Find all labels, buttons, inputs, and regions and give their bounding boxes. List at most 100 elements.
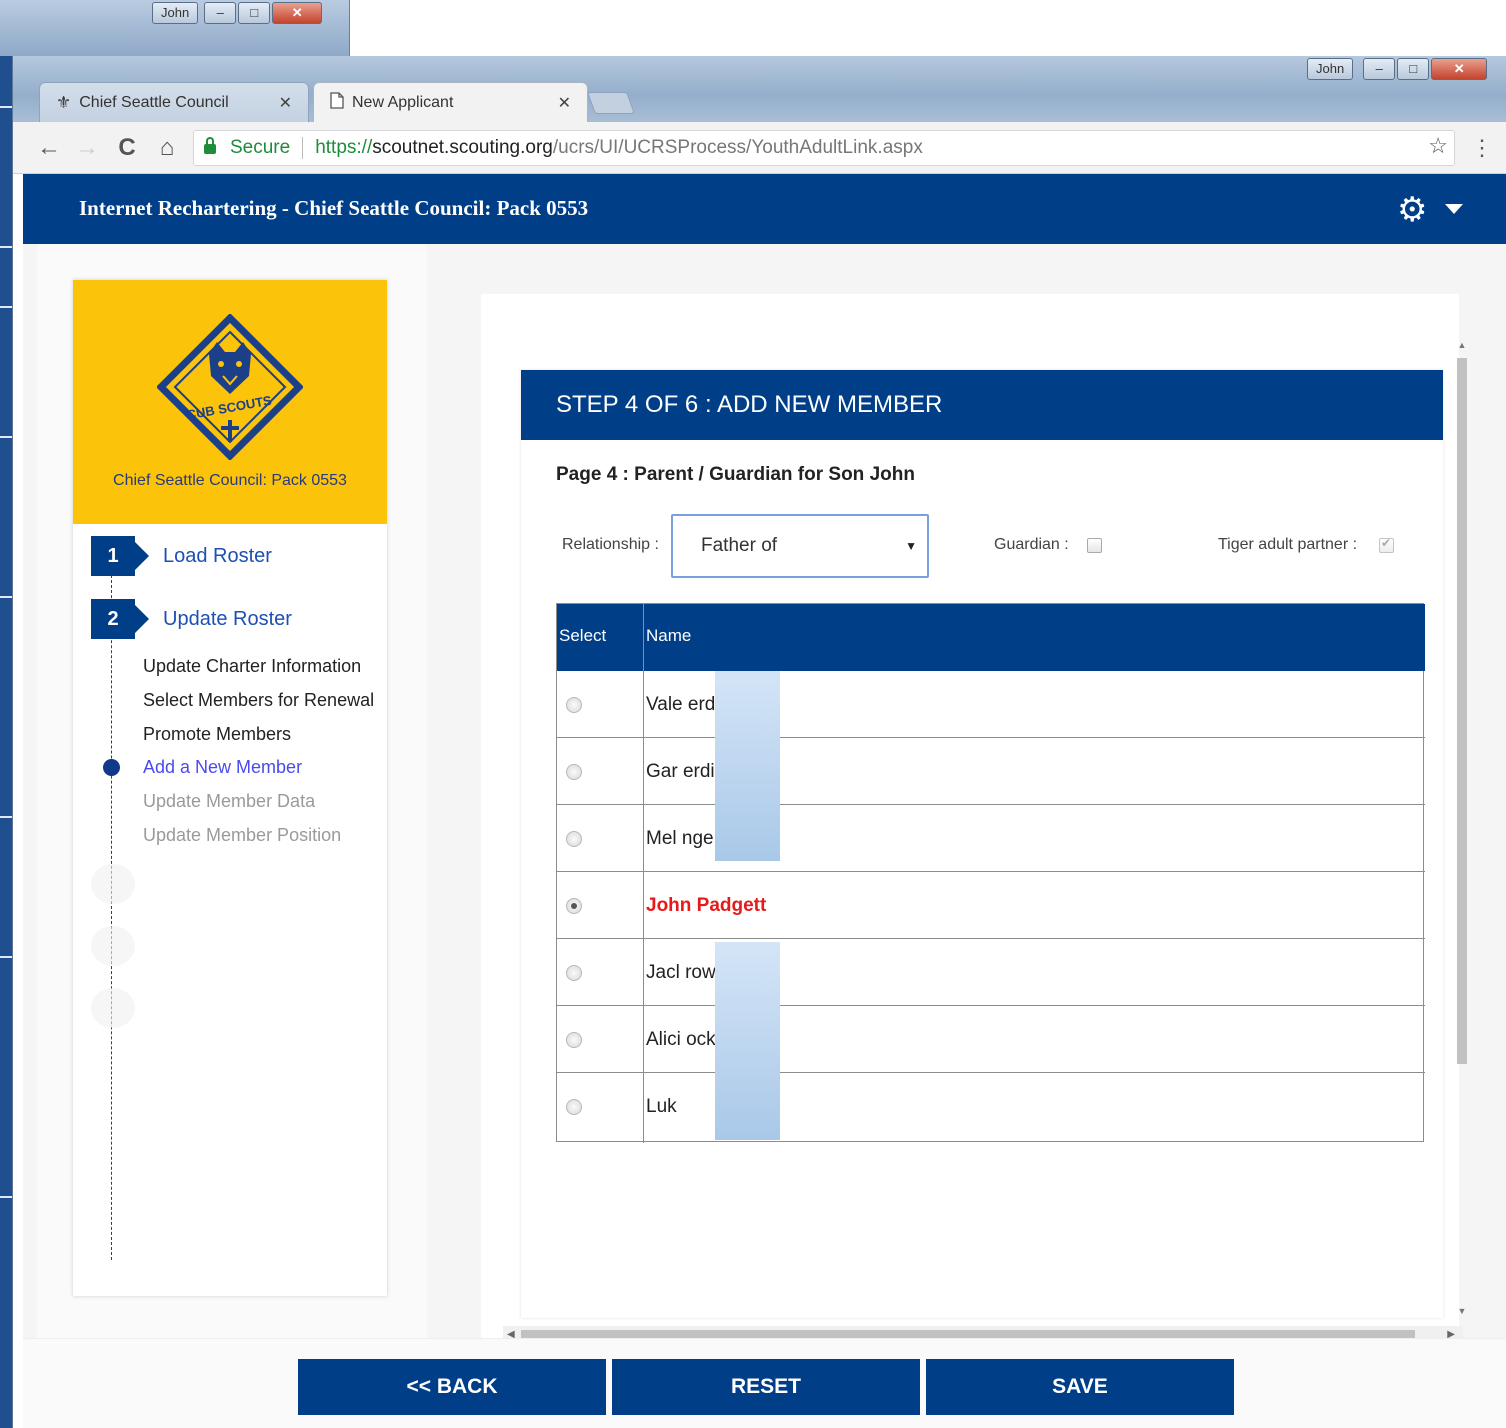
back-arrow-icon[interactable]: ← — [35, 134, 63, 162]
url-path: /ucrs/UI/UCRSProcess/YouthAdultLink.aspx — [552, 137, 923, 158]
current-step-dot — [103, 759, 120, 776]
member-name: Jacl row — [646, 962, 716, 983]
table-row[interactable]: Gar erdike — [557, 738, 1425, 805]
fleur-de-lis-icon: ⚜ — [56, 92, 72, 112]
step-number: 2 — [91, 599, 149, 639]
sidebar-column: CUB SCOUTS Chief Seattle Council: Pack 0… — [37, 244, 427, 1364]
chevron-down-icon[interactable] — [1445, 204, 1463, 214]
tab-chief-seattle-council[interactable]: ⚜ Chief Seattle Council ✕ — [39, 82, 309, 122]
close-button[interactable]: ✕ — [1431, 58, 1488, 80]
select-radio[interactable] — [566, 831, 582, 847]
table-row[interactable]: John Padgett — [557, 872, 1425, 939]
column-header-select: Select — [559, 626, 607, 645]
substep-update-charter-information[interactable]: Update Charter Information — [143, 656, 361, 677]
tab-new-applicant[interactable]: New Applicant ✕ — [313, 82, 588, 122]
url-input[interactable]: Secure https:// scoutnet.scouting.org /u… — [193, 130, 1455, 166]
browser-window: John – □ ✕ ⚜ Chief Seattle Council ✕ New… — [12, 56, 1506, 1428]
unit-caption: Chief Seattle Council: Pack 0553 — [113, 472, 347, 489]
select-radio[interactable] — [566, 898, 582, 914]
tab-title: Chief Seattle Council — [79, 93, 229, 111]
page-title: Internet Rechartering - Chief Seattle Co… — [79, 196, 589, 220]
background-window-controls: John – □ ✕ — [152, 2, 323, 24]
window-user-label: John — [1307, 58, 1354, 80]
select-radio[interactable] — [566, 764, 582, 780]
dropdown-arrow-icon: ▼ — [905, 539, 917, 553]
address-bar: ← → C ⌂ Secure https:// scoutnet.scoutin… — [13, 122, 1506, 174]
maximize-button[interactable]: □ — [1397, 58, 1430, 80]
tab-close-icon[interactable]: ✕ — [558, 93, 571, 113]
substep-update-member-data: Update Member Data — [143, 791, 316, 811]
guardian-checkbox[interactable] — [1087, 538, 1102, 553]
relationship-select[interactable]: Father of ▼ — [671, 514, 929, 578]
minimize-button[interactable]: – — [204, 2, 237, 24]
reload-icon[interactable]: C — [113, 134, 141, 162]
member-name: John Padgett — [646, 895, 767, 916]
reset-button[interactable]: RESET — [612, 1359, 920, 1415]
select-radio[interactable] — [566, 1099, 582, 1115]
secure-label: Secure — [230, 137, 291, 158]
table-row[interactable]: Jacl row — [557, 939, 1425, 1006]
step-load-roster[interactable]: 1 Load Roster — [91, 536, 272, 576]
select-radio[interactable] — [566, 1032, 582, 1048]
vertical-scrollbar[interactable]: ▲ ▼ — [1455, 340, 1469, 1320]
column-divider — [643, 604, 644, 1143]
faded-step-3 — [91, 864, 135, 904]
substep-add-a-new-member[interactable]: Add a New Member — [143, 757, 302, 778]
bookmark-star-icon[interactable]: ☆ — [1428, 133, 1448, 159]
save-button[interactable]: SAVE — [926, 1359, 1234, 1415]
minimize-button[interactable]: – — [1363, 58, 1396, 80]
step-panel: STEP 4 OF 6 : ADD NEW MEMBER Page 4 : Pa… — [521, 370, 1443, 1318]
page-icon — [330, 91, 344, 114]
url-protocol: https:// — [315, 137, 373, 158]
select-radio[interactable] — [566, 965, 582, 981]
browser-menu-icon[interactable]: ⋮ — [1471, 134, 1493, 162]
table-row[interactable]: Vale erdike — [557, 671, 1425, 738]
faded-step-5 — [91, 988, 135, 1028]
member-table: Select Name Vale erdike Gar erdike Mel n… — [556, 603, 1425, 1143]
window-titlebar: John – □ ✕ ⚜ Chief Seattle Council ✕ New… — [13, 56, 1506, 122]
faded-step-4 — [91, 926, 135, 966]
member-name: Alici ock — [646, 1029, 716, 1050]
tab-close-icon[interactable]: ✕ — [279, 93, 292, 113]
member-name: Luk — [646, 1096, 677, 1117]
step-update-roster[interactable]: 2 Update Roster — [91, 599, 292, 639]
relationship-label: Relationship : — [562, 536, 659, 553]
new-tab-button[interactable] — [586, 92, 636, 114]
table-row[interactable]: Mel nge — [557, 805, 1425, 872]
step-label[interactable]: Load Roster — [163, 545, 272, 568]
content-area: CUB SCOUTS Chief Seattle Council: Pack 0… — [23, 244, 1506, 1428]
member-name: Mel nge — [646, 828, 714, 849]
tiger-adult-partner-label: Tiger adult partner : — [1218, 536, 1358, 553]
gear-icon[interactable]: ⚙ — [1397, 190, 1437, 230]
column-header-name: Name — [646, 626, 692, 645]
back-button[interactable]: << BACK — [298, 1359, 606, 1415]
table-row[interactable]: Luk — [557, 1073, 1425, 1140]
main-column: STEP 4 OF 6 : ADD NEW MEMBER Page 4 : Pa… — [481, 294, 1459, 1354]
forward-arrow-icon[interactable]: → — [73, 134, 101, 162]
tiger-adult-partner-checkbox[interactable] — [1379, 536, 1394, 553]
close-button[interactable]: ✕ — [272, 2, 323, 24]
maximize-button[interactable]: □ — [238, 2, 271, 24]
substep-update-member-position: Update Member Position — [143, 825, 342, 845]
cub-scouts-logo: CUB SCOUTS — [157, 314, 303, 460]
tab-title: New Applicant — [352, 93, 454, 111]
scrollbar-thumb[interactable] — [1457, 358, 1467, 1064]
window-controls: John – □ ✕ — [1307, 58, 1488, 80]
table-row[interactable]: Alici ock — [557, 1006, 1425, 1073]
step-label[interactable]: Update Roster — [163, 608, 292, 631]
scroll-up-icon[interactable]: ▲ — [1455, 340, 1469, 350]
url-host: scoutnet.scouting.org — [372, 137, 553, 158]
table-header: Select Name — [557, 604, 1425, 671]
step-number: 1 — [91, 536, 149, 576]
page-subtitle: Page 4 : Parent / Guardian for Son John — [556, 464, 915, 485]
substep-promote-members[interactable]: Promote Members — [143, 724, 291, 745]
redaction-block — [715, 671, 780, 861]
background-window-edge — [0, 56, 12, 1428]
scroll-down-icon[interactable]: ▼ — [1455, 1306, 1469, 1316]
home-icon[interactable]: ⌂ — [153, 134, 181, 162]
select-radio[interactable] — [566, 697, 582, 713]
redaction-block — [715, 942, 780, 1140]
relationship-value: Father of — [701, 535, 778, 556]
panel-heading: STEP 4 OF 6 : ADD NEW MEMBER — [521, 370, 1443, 440]
substep-select-members-for-renewal[interactable]: Select Members for Renewal — [143, 690, 374, 711]
